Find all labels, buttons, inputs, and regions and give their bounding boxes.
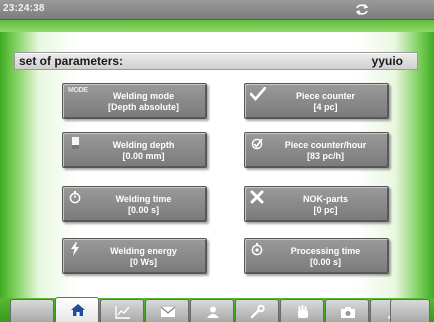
sync-icon[interactable]: [354, 3, 370, 16]
parameter-set-value: yyuio: [371, 54, 403, 68]
clock: 23:24:38: [3, 3, 45, 14]
welding-mode-button[interactable]: MODE Welding mode [Depth absolute]: [62, 83, 207, 119]
tile-title: Piece counter/hour: [284, 140, 367, 150]
x-cross-icon: [250, 190, 264, 204]
nav-tab-statistics[interactable]: [100, 299, 144, 322]
status-bar: 23:24:38: [0, 0, 434, 20]
nav-tab-blank-left[interactable]: [10, 299, 54, 322]
tile-title: Welding depth: [112, 140, 175, 150]
nav-tab-camera[interactable]: [325, 299, 369, 322]
user-icon: [207, 306, 219, 318]
tile-value: [0.00 mm]: [122, 151, 165, 161]
piece-counter-hour-button[interactable]: Piece counter/hour [83 pc/h]: [244, 132, 389, 168]
nav-tab-home[interactable]: [55, 297, 99, 322]
tile-title: NOK-parts: [302, 194, 348, 204]
camera-icon: [341, 307, 355, 318]
tile-value: [0.00 s]: [309, 257, 342, 267]
wrench-icon: [250, 305, 265, 319]
tile-title: Processing time: [290, 246, 361, 256]
lightning-icon: [68, 242, 82, 256]
parameter-set-row[interactable]: set of parameters: yyuio: [14, 52, 418, 70]
chart-icon: [115, 306, 130, 319]
nok-parts-button[interactable]: NOK-parts [0 pc]: [244, 186, 389, 222]
tile-title: Piece counter: [295, 91, 356, 101]
stopwatch-icon: [68, 190, 82, 204]
tile-value: [83 pc/h]: [306, 151, 344, 161]
welding-time-button[interactable]: Welding time [0.00 s]: [62, 186, 207, 222]
welding-depth-button[interactable]: Welding depth [0.00 mm]: [62, 132, 207, 168]
nav-tab-blank-right[interactable]: [390, 299, 430, 322]
envelope-icon: [160, 306, 176, 317]
parameter-set-label: set of parameters:: [19, 54, 124, 68]
depth-icon: [68, 136, 82, 150]
tile-value: [0.00 s]: [127, 205, 160, 215]
stopwatch-gear-icon: [250, 242, 264, 256]
welding-energy-button[interactable]: Welding energy [0 Ws]: [62, 238, 207, 274]
home-icon: [71, 304, 85, 316]
tile-value: [4 pc]: [313, 102, 338, 112]
tile-title: Welding time: [115, 194, 172, 204]
nav-tab-manual[interactable]: [280, 299, 324, 322]
nav-tab-messages[interactable]: [145, 299, 189, 322]
tile-title: Welding mode: [112, 91, 175, 101]
piece-counter-button[interactable]: Piece counter [4 pc]: [244, 83, 389, 119]
hand-icon: [298, 305, 308, 318]
checkmark-icon: [250, 87, 266, 101]
check-clock-icon: [250, 136, 264, 150]
nav-tab-user[interactable]: [190, 299, 234, 322]
tile-value: [Depth absolute]: [108, 102, 179, 112]
processing-time-button[interactable]: Processing time [0.00 s]: [244, 238, 389, 274]
tile-value: [0 Ws]: [130, 257, 157, 267]
nav-tab-service[interactable]: [235, 299, 279, 322]
green-header-strip: [0, 20, 434, 32]
tile-value: [0 pc]: [313, 205, 338, 215]
tile-title: Welding energy: [110, 246, 177, 256]
